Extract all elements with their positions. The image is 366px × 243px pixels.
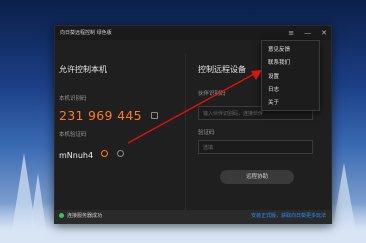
local-code-label: 本机验证码	[59, 132, 87, 138]
partner-id-label: 伙伴识别码	[198, 91, 226, 97]
menu-item-about[interactable]: 关于	[268, 98, 279, 106]
allow-control-panel: 允许控制本机 本机识别码 231 969 445 本机验证码 mNnuh4	[59, 64, 158, 162]
minimize-icon[interactable]: —	[304, 28, 311, 38]
panel-divider	[185, 54, 186, 214]
menu-item-settings[interactable]: 设置	[268, 72, 279, 80]
menu-item-contact[interactable]: 联系我们	[268, 58, 290, 66]
window-controls: ≡ — ✕	[288, 28, 327, 38]
local-id-label: 本机识别码	[59, 96, 87, 102]
connection-status-dot	[59, 212, 64, 218]
window-title: 向日葵远程控制 绿色版	[60, 30, 112, 36]
close-icon[interactable]: ✕	[321, 28, 327, 38]
local-code-value: mNnuh4	[59, 151, 94, 160]
verify-code-input[interactable]: 选填	[198, 140, 313, 154]
eye-icon[interactable]	[101, 150, 109, 157]
menu-item-feedback[interactable]: 意见反馈	[268, 45, 290, 53]
title-bar: 向日葵远程控制 绿色版 ≡ — ✕	[55, 26, 331, 40]
upgrade-notice-link[interactable]: 安装正式版，获取向日葵更多玩法	[251, 210, 326, 223]
remote-control-heading: 控制远程设备	[198, 65, 246, 74]
refresh-icon[interactable]	[117, 150, 125, 157]
verify-code-label: 验证码	[198, 130, 215, 136]
settings-dropdown-menu: 意见反馈 联系我们 设置 日志 关于	[261, 40, 320, 111]
connection-status-text: 连接服务器成功	[67, 213, 103, 219]
local-id-value: 231 969 445	[59, 108, 142, 123]
allow-control-heading: 允许控制本机	[59, 65, 107, 74]
menu-item-log[interactable]: 日志	[268, 85, 279, 93]
status-bar: 连接服务器成功 安装正式版，获取向日葵更多玩法	[55, 210, 331, 223]
menu-icon[interactable]: ≡	[288, 28, 294, 38]
remote-control-panel: 控制远程设备 伙伴识别码	[198, 64, 246, 97]
remote-assist-button[interactable]: 远程协助	[220, 170, 294, 184]
copy-icon[interactable]	[150, 112, 158, 119]
